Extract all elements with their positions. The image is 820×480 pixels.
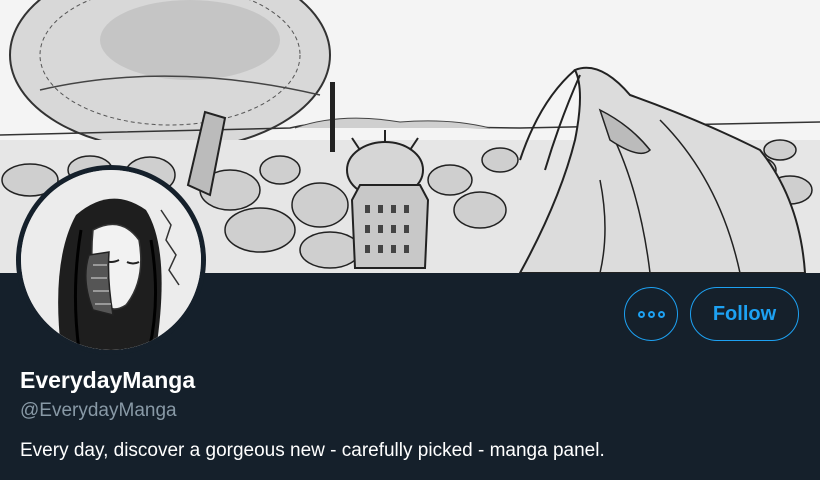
display-name: EverydayManga xyxy=(20,367,196,393)
profile-bio: Every day, discover a gorgeous new - car… xyxy=(20,440,605,461)
more-options-button[interactable] xyxy=(624,287,678,341)
username-handle: @EverydayManga xyxy=(20,400,177,421)
follow-button[interactable]: Follow xyxy=(690,287,799,341)
profile-avatar[interactable] xyxy=(16,165,206,355)
more-dots-icon xyxy=(637,310,665,318)
